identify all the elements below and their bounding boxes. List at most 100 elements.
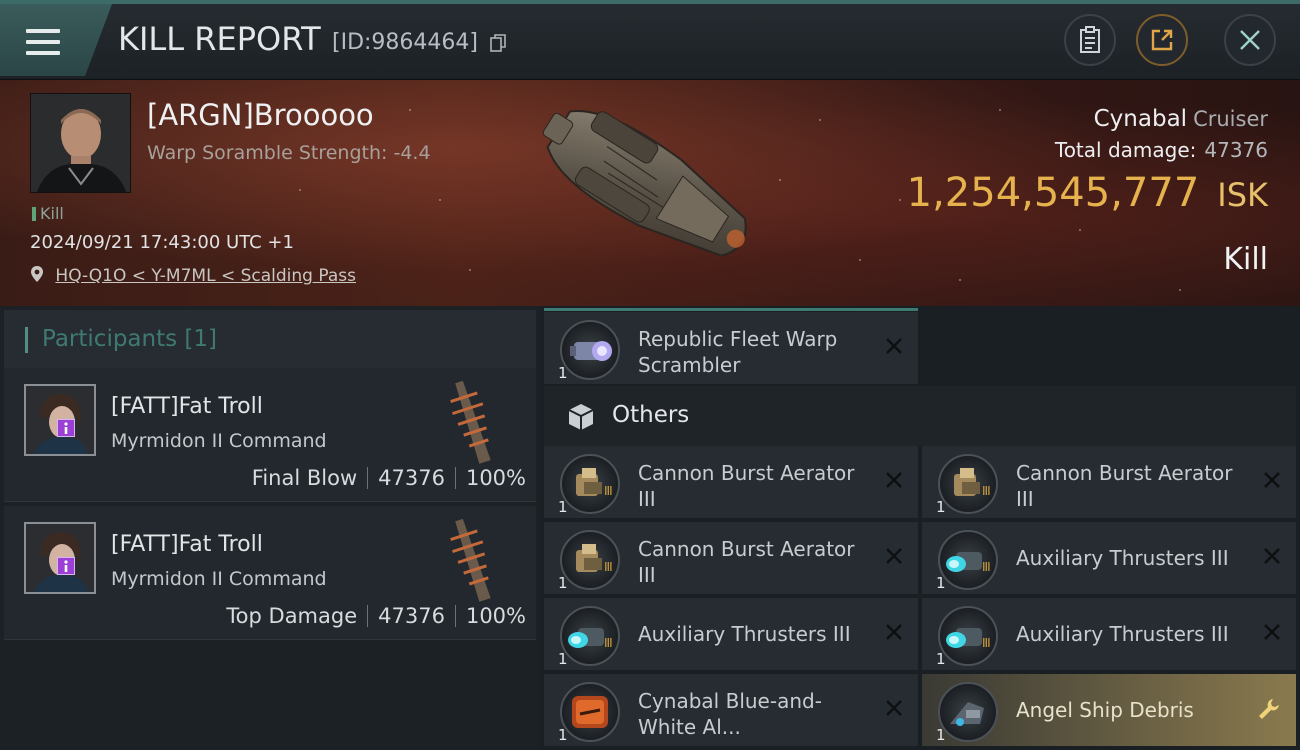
participant-stats: Final Blow 47376 100%	[252, 466, 526, 490]
participants-header[interactable]: Participants [1]	[4, 310, 536, 368]
module-icon	[560, 320, 620, 380]
destroyed-icon	[886, 624, 902, 640]
participant-ship-image	[450, 380, 491, 464]
location-link[interactable]: HQ-Q1O < Y-M7ML < Scalding Pass	[55, 266, 356, 286]
item-slot[interactable]: 1 Cynabal Blue-and-White Al...	[544, 674, 918, 746]
tier-icon: III	[604, 484, 613, 498]
clipboard-icon	[1080, 26, 1100, 53]
item-name: Angel Ship Debris	[1016, 698, 1194, 722]
kill-tag: Kill	[32, 204, 64, 223]
participant-ship-image	[450, 518, 491, 602]
tier-icon: III	[982, 560, 991, 574]
destroyed-icon	[886, 548, 902, 564]
report-id: [ID:9864464]	[332, 30, 478, 55]
kill-tag-label: Kill	[40, 204, 64, 223]
result-label: Kill	[1223, 242, 1268, 277]
victim-ship: Cynabal Cruiser	[1094, 106, 1268, 132]
participant-ship: Myrmidon II Command	[111, 568, 327, 590]
copy-icon[interactable]	[490, 34, 506, 52]
item-quantity: 1	[558, 726, 568, 744]
clipboard-button[interactable]	[1064, 14, 1116, 66]
module-icon	[938, 682, 998, 742]
isk-amount: 1,254,545,777	[906, 170, 1200, 216]
participant-damage: 47376	[378, 604, 445, 628]
item-quantity: 1	[936, 574, 946, 592]
participant-damage: 47376	[378, 466, 445, 490]
share-icon	[1151, 29, 1173, 51]
participant-card[interactable]: [FATT]Fat Troll Myrmidon II Command Fina…	[4, 368, 536, 502]
top-accent-line	[0, 0, 1300, 4]
destroyed-icon	[1264, 472, 1280, 488]
kill-summary: [ARGN]Brooooo Warp Soramble Strength: -4…	[0, 80, 1300, 306]
item-slot[interactable]: III 1 Auxiliary Thrusters III	[922, 598, 1296, 670]
location-pin-icon	[31, 266, 43, 282]
participant-role: Final Blow	[251, 466, 358, 490]
victim-name[interactable]: [ARGN]Brooooo	[147, 98, 374, 132]
ship-class: Cruiser	[1193, 107, 1268, 131]
tier-icon: III	[982, 636, 991, 650]
tier-icon: III	[982, 484, 991, 498]
ship-image	[542, 110, 747, 257]
participant-name[interactable]: [FATT]Fat Troll	[111, 532, 263, 557]
item-slot[interactable]: III 1 Auxiliary Thrusters III	[922, 522, 1296, 594]
item-quantity: 1	[558, 574, 568, 592]
items-panel: 1 Republic Fleet Warp Scrambler Others I…	[540, 306, 1300, 750]
menu-button[interactable]	[0, 4, 112, 76]
destroyed-icon	[1264, 624, 1280, 640]
tier-icon: III	[604, 560, 613, 574]
close-button[interactable]	[1224, 14, 1276, 66]
item-quantity: 1	[936, 726, 946, 744]
item-name: Auxiliary Thrusters III	[1016, 622, 1229, 646]
destroyed-icon	[886, 700, 902, 716]
ship-name: Cynabal	[1093, 106, 1188, 132]
item-quantity: 1	[936, 498, 946, 516]
participants-panel: Participants [1] [FATT]Fat Troll Myrmido…	[0, 306, 540, 750]
location[interactable]: HQ-Q1O < Y-M7ML < Scalding Pass	[30, 265, 356, 286]
wrench-icon[interactable]	[1256, 696, 1282, 722]
item-quantity: 1	[558, 650, 568, 668]
item-name: Cynabal Blue-and-White Al...	[638, 689, 822, 739]
destroyed-icon	[1264, 548, 1280, 564]
participant-card[interactable]: [FATT]Fat Troll Myrmidon II Command Top …	[4, 506, 536, 640]
isk-value: 1,254,545,777 ISK	[907, 170, 1268, 216]
participant-name[interactable]: [FATT]Fat Troll	[111, 394, 263, 419]
item-slot[interactable]: III 1 Auxiliary Thrusters III	[544, 598, 918, 670]
share-button[interactable]	[1136, 14, 1188, 66]
kill-timestamp: 2024/09/21 17:43:00 UTC +1	[30, 232, 294, 253]
total-damage-value: 47376	[1204, 138, 1268, 162]
others-section-header: Others	[544, 386, 1296, 446]
top-bar: KILL REPORT [ID:9864464]	[0, 0, 1300, 80]
skin-icon	[572, 696, 608, 728]
item-slot[interactable]: III 1 Cannon Burst Aerator III	[922, 446, 1296, 518]
participant-role: Top Damage	[226, 604, 358, 628]
warp-scrambler-icon	[570, 341, 612, 361]
item-name: Cannon Burst Aerator III	[1016, 461, 1233, 511]
cube-icon	[568, 404, 594, 430]
item-name: Auxiliary Thrusters III	[1016, 546, 1229, 570]
items-accent-line	[544, 308, 918, 311]
item-name: Republic Fleet Warp Scrambler	[638, 327, 838, 377]
victim-portrait[interactable]	[30, 93, 131, 193]
item-quantity: 1	[558, 364, 568, 382]
isk-unit: ISK	[1217, 176, 1268, 214]
item-slot-dropped[interactable]: 1 Angel Ship Debris	[922, 674, 1296, 746]
participant-stats: Top Damage 47376 100%	[226, 604, 526, 628]
participant-badge	[57, 419, 75, 437]
header-accent-bar	[25, 327, 28, 353]
warp-scramble-strength: Warp Soramble Strength: -4.4	[147, 142, 431, 164]
item-slot[interactable]: 1 Republic Fleet Warp Scrambler	[544, 312, 918, 384]
ship-debris-icon	[950, 702, 984, 726]
total-damage: Total damage: 47376	[1055, 138, 1268, 162]
destroyed-icon	[886, 338, 902, 354]
item-slot[interactable]: III 1 Cannon Burst Aerator III	[544, 522, 918, 594]
module-icon	[560, 682, 620, 742]
tier-icon: III	[604, 636, 613, 650]
item-quantity: 1	[558, 498, 568, 516]
participant-ship: Myrmidon II Command	[111, 430, 327, 452]
participants-title: Participants [1]	[42, 326, 217, 352]
item-name: Auxiliary Thrusters III	[638, 622, 851, 646]
item-slot[interactable]: III 1 Cannon Burst Aerator III	[544, 446, 918, 518]
info-icon	[64, 560, 68, 572]
item-name: Cannon Burst Aerator III	[638, 537, 855, 587]
total-damage-label: Total damage:	[1054, 138, 1197, 162]
